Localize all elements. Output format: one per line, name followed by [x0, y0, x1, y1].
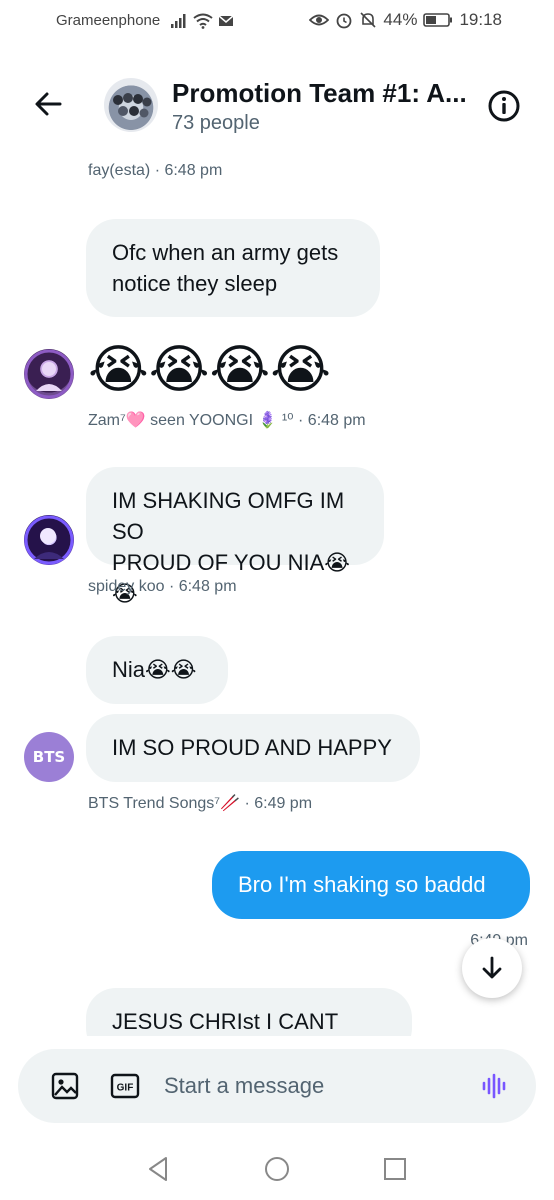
member-count[interactable]: 73 people — [172, 112, 260, 135]
alarm-icon — [337, 13, 352, 29]
wifi-icon — [193, 13, 213, 29]
conversation-header: Promotion Team #1: A... 73 people — [0, 60, 554, 150]
voice-wave-icon[interactable] — [480, 1071, 510, 1101]
mail-icon — [218, 14, 234, 26]
status-left: Grameenphone — [56, 12, 234, 29]
message-meta: spidey koo · 6:48 pm — [88, 578, 237, 595]
arrow-left-icon[interactable] — [30, 86, 66, 122]
message-meta: fay(esta) · 6:48 pm — [88, 162, 223, 179]
clock: 19:18 — [459, 10, 502, 29]
conversation-title[interactable]: Promotion Team #1: A... — [172, 78, 472, 109]
avatar[interactable]: BTS — [24, 732, 74, 782]
status-right: 44% 19:18 — [309, 10, 502, 30]
gif-label: GIF — [117, 1083, 134, 1094]
emoji-text: 😭😭😭😭 — [88, 340, 332, 400]
avatar[interactable] — [24, 515, 74, 565]
avatar[interactable] — [24, 349, 74, 399]
battery-icon — [423, 13, 453, 27]
scroll-to-bottom-button[interactable] — [462, 938, 522, 998]
bts-logo: BTS — [32, 748, 66, 766]
arrow-down-icon — [482, 956, 502, 979]
message-bubble[interactable]: IM SO PROUD AND HAPPY — [86, 714, 420, 782]
message-input[interactable] — [164, 1065, 464, 1107]
status-bar: Grameenphone 44% 19:18 — [0, 0, 554, 44]
message-bubble-sent[interactable]: Bro I'm shaking so baddd — [212, 851, 530, 919]
eye-icon — [309, 14, 330, 26]
back-nav-icon[interactable] — [144, 1154, 174, 1184]
home-nav-icon[interactable] — [262, 1154, 292, 1184]
user-photo-icon — [24, 349, 74, 399]
carrier-name: Grameenphone — [56, 12, 161, 29]
user-photo-icon — [24, 515, 74, 565]
info-icon[interactable] — [486, 88, 522, 124]
group-photo-icon — [113, 93, 152, 118]
signal-icon — [171, 13, 186, 28]
message-composer: GIF — [18, 1049, 536, 1123]
message-bubble[interactable]: Ofc when an army gets notice they sleep — [86, 219, 380, 317]
message-bubble[interactable]: Nia😭😭 — [86, 636, 228, 704]
emoji-message[interactable]: 😭😭😭😭 — [88, 338, 331, 402]
mute-bell-icon — [360, 12, 376, 28]
group-avatar[interactable] — [104, 78, 158, 132]
system-nav-bar — [0, 1140, 554, 1200]
message-meta: BTS Trend Songs⁷🥢 · 6:49 pm — [88, 795, 313, 812]
signal-icons — [170, 13, 234, 29]
message-bubble[interactable]: IM SHAKING OMFG IM SO PROUD OF YOU NIA😭😭 — [86, 467, 384, 606]
image-icon[interactable] — [50, 1071, 80, 1101]
gif-icon[interactable]: GIF — [110, 1071, 140, 1101]
message-meta: Zam⁷🩷 seen YOONGI 🪻 ¹⁰ · 6:48 pm — [88, 412, 366, 429]
recents-nav-icon[interactable] — [380, 1154, 410, 1184]
battery-percent: 44% — [383, 10, 418, 29]
